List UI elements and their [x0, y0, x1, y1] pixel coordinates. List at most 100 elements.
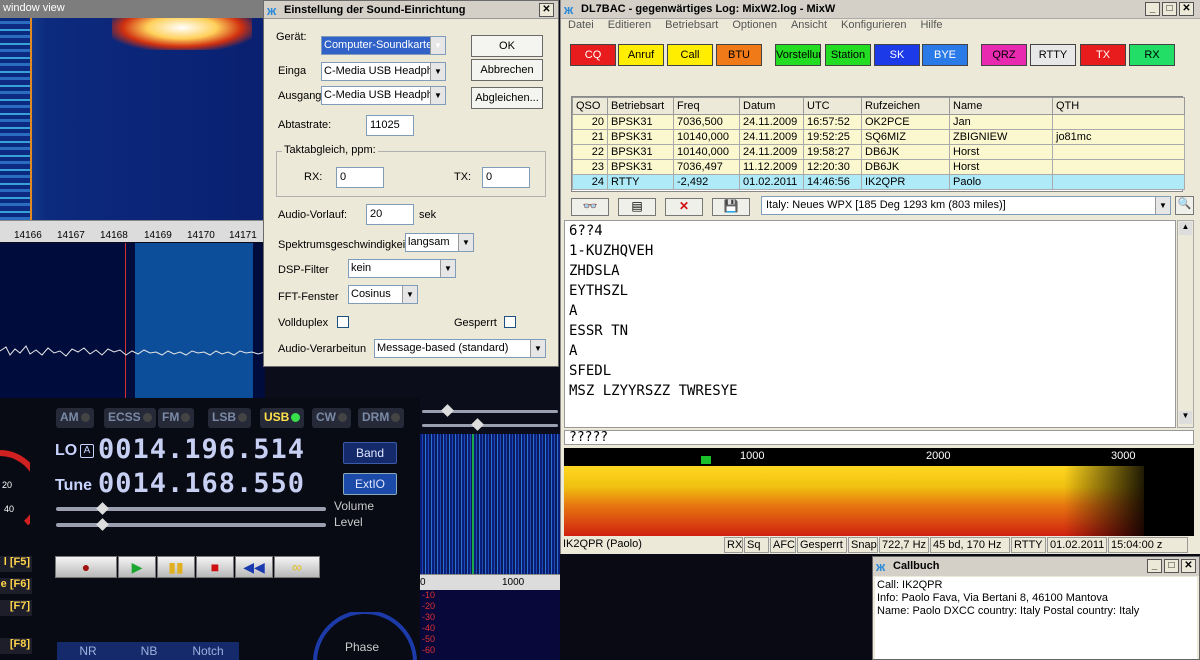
status-mode[interactable]: RTTY: [1011, 537, 1046, 553]
nr-button[interactable]: NR: [57, 642, 119, 660]
fft-window-select[interactable]: Cosinus ▼: [348, 285, 418, 304]
table-row[interactable]: 22 BPSK31 10140,000 24.11.2009 19:58:27 DB6JK…: [572, 144, 1185, 160]
band-button[interactable]: Band: [343, 442, 397, 464]
mode-lsb-button[interactable]: LSB: [208, 408, 251, 428]
receive-text-area[interactable]: 6??4 1-KUZHQVEH ZHDSLA EYTHSZL A ESSR TN A SFED…: [564, 220, 1176, 428]
column-header[interactable]: UTC: [803, 97, 862, 115]
maximize-icon[interactable]: □: [1162, 2, 1177, 16]
scroll-up-icon[interactable]: ▲: [1179, 222, 1192, 235]
audio-advance-input[interactable]: 20: [366, 204, 414, 225]
macro-button-station[interactable]: Station: [825, 44, 871, 66]
nb-button[interactable]: NB: [118, 642, 180, 660]
close-icon[interactable]: ✕: [539, 3, 554, 17]
macro-button-qrz[interactable]: QRZ: [981, 44, 1027, 66]
menu-hilfe[interactable]: Hilfe: [920, 19, 942, 31]
status-snap[interactable]: Snap: [848, 537, 878, 553]
audio-waterfall[interactable]: [420, 434, 560, 574]
minimize-icon[interactable]: _: [1147, 559, 1162, 573]
filter-slider-handle[interactable]: [441, 404, 454, 417]
audio-spectrum[interactable]: -10 -20 -30 -40 -50 -60: [420, 590, 560, 660]
receive-scrollbar[interactable]: ▲ ▼: [1177, 220, 1194, 428]
lo-frequency-display[interactable]: 0014.196.514: [98, 434, 305, 465]
preset-f7-button[interactable]: [F7]: [0, 600, 32, 616]
adjust-button[interactable]: Abgleichen...: [471, 87, 543, 109]
rx-ppm-input[interactable]: 0: [336, 167, 384, 188]
column-header[interactable]: Name: [949, 97, 1053, 115]
ok-button[interactable]: OK: [471, 35, 543, 57]
macro-button-rx[interactable]: RX: [1129, 44, 1175, 66]
loop-button[interactable]: ∞: [274, 556, 320, 578]
level-slider-handle[interactable]: [96, 518, 109, 531]
dsp-filter-select[interactable]: kein ▼: [348, 259, 456, 278]
transmit-text-area[interactable]: ?????: [564, 430, 1194, 445]
column-header[interactable]: QTH: [1052, 97, 1185, 115]
mixw-titlebar[interactable]: ж DL7BAC - gegenwärtiges Log: MixW2.log …: [561, 0, 1200, 19]
bandwidth-slider[interactable]: [422, 424, 558, 427]
output-device-select[interactable]: C-Media USB Headph ▼: [321, 86, 446, 105]
macro-button-tx[interactable]: TX: [1080, 44, 1126, 66]
close-icon[interactable]: ✕: [1179, 2, 1194, 16]
mode-usb-button[interactable]: USB: [260, 408, 305, 428]
extio-button[interactable]: ExtIO: [343, 473, 397, 495]
mode-am-button[interactable]: AM: [56, 408, 94, 428]
column-header[interactable]: Freq: [673, 97, 740, 115]
menu-ansicht[interactable]: Ansicht: [791, 19, 827, 31]
status-squelch[interactable]: Sq: [744, 537, 769, 553]
maximize-icon[interactable]: □: [1164, 559, 1179, 573]
cancel-button[interactable]: Abbrechen: [471, 59, 543, 81]
mode-ecss-button[interactable]: ECSS: [104, 408, 156, 428]
bandwidth-slider-handle[interactable]: [471, 418, 484, 431]
menu-betriebsart[interactable]: Betriebsart: [665, 19, 718, 31]
tune-frequency-display[interactable]: 0014.168.550: [98, 468, 305, 499]
dxcc-info-select[interactable]: Italy: Neues WPX [185 Deg 1293 km (803 m…: [761, 196, 1171, 215]
notch-button[interactable]: Notch: [177, 642, 239, 660]
table-row[interactable]: 23 BPSK31 7036,497 11.12.2009 12:20:30 DB6JK H…: [572, 159, 1185, 175]
macro-button-btu[interactable]: BTU: [716, 44, 762, 66]
menu-datei[interactable]: Datei: [568, 19, 594, 31]
volume-slider-handle[interactable]: [96, 502, 109, 515]
status-baud[interactable]: 45 bd, 170 Hz: [930, 537, 1010, 553]
preset-f8-button[interactable]: [F8]: [0, 638, 32, 654]
play-button[interactable]: ▶: [118, 556, 156, 578]
column-header[interactable]: Rufzeichen: [861, 97, 950, 115]
menu-editieren[interactable]: Editieren: [608, 19, 651, 31]
macro-button-anruf[interactable]: Anruf: [618, 44, 664, 66]
mode-cw-button[interactable]: CW: [312, 408, 351, 428]
scroll-down-icon[interactable]: ▼: [1179, 411, 1192, 424]
tx-ppm-input[interactable]: 0: [482, 167, 530, 188]
menu-konfigurieren[interactable]: Konfigurieren: [841, 19, 906, 31]
column-header[interactable]: Betriebsart: [607, 97, 674, 115]
macro-button-rtty[interactable]: RTTY: [1030, 44, 1076, 66]
close-icon[interactable]: ✕: [1181, 559, 1196, 573]
pause-button[interactable]: ▮▮: [157, 556, 195, 578]
column-header[interactable]: Datum: [739, 97, 804, 115]
macro-button-call[interactable]: Call: [667, 44, 713, 66]
table-row[interactable]: 20 BPSK31 7036,500 24.11.2009 16:57:52 OK2PCE…: [572, 114, 1185, 130]
mixw-waterfall[interactable]: 1000 2000 3000: [564, 448, 1194, 536]
minimize-icon[interactable]: _: [1145, 2, 1160, 16]
spectrum-speed-select[interactable]: langsam ▼: [405, 233, 474, 252]
macro-button-cq[interactable]: CQ: [570, 44, 616, 66]
qso-log-table[interactable]: QSO Betriebsart Freq Datum UTC Rufzeichen Name…: [571, 96, 1185, 192]
status-afc[interactable]: AFC: [770, 537, 796, 553]
save-icon[interactable]: 💾: [712, 198, 750, 216]
macro-button-bye[interactable]: BYE: [922, 44, 968, 66]
table-row[interactable]: 21 BPSK31 10140,000 24.11.2009 19:52:25 SQ6MI…: [572, 129, 1185, 145]
mode-fm-button[interactable]: FM: [158, 408, 195, 428]
mode-drm-button[interactable]: DRM: [358, 408, 405, 428]
stop-button[interactable]: ■: [196, 556, 234, 578]
preset-f5-button[interactable]: l [F5]: [0, 556, 32, 572]
spectrum-display[interactable]: [0, 243, 265, 398]
device-select[interactable]: Computer-Soundkarte ▼: [321, 36, 446, 55]
samplerate-input[interactable]: 11025: [366, 115, 414, 136]
macro-button-sk[interactable]: SK: [874, 44, 920, 66]
preset-f6-button[interactable]: e [F6]: [0, 578, 32, 594]
waterfall-display[interactable]: [0, 18, 265, 220]
delete-icon[interactable]: ✕: [665, 198, 703, 216]
lookup-glasses-icon[interactable]: 👓: [571, 198, 609, 216]
log-form-icon[interactable]: ▤: [618, 198, 656, 216]
input-device-select[interactable]: C-Media USB Headph ▼: [321, 62, 446, 81]
table-row[interactable]: 24 RTTY -2,492 01.02.2011 14:46:56 IK2QPR Paol…: [572, 174, 1185, 190]
status-rx[interactable]: RX: [724, 537, 743, 553]
record-button[interactable]: ●: [55, 556, 117, 578]
